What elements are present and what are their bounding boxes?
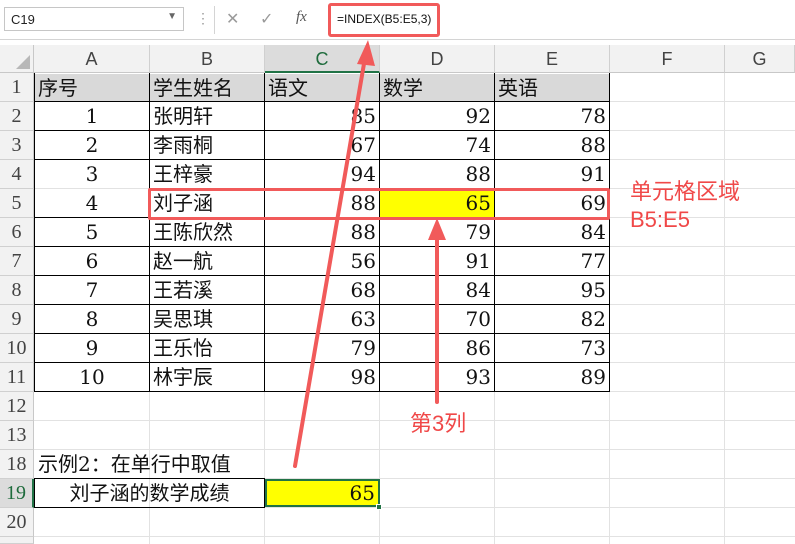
arrow-head-formula xyxy=(357,40,375,66)
arrow-to-formula xyxy=(293,50,368,468)
arrow-head-math xyxy=(428,218,446,240)
annotation-arrows xyxy=(293,40,446,468)
